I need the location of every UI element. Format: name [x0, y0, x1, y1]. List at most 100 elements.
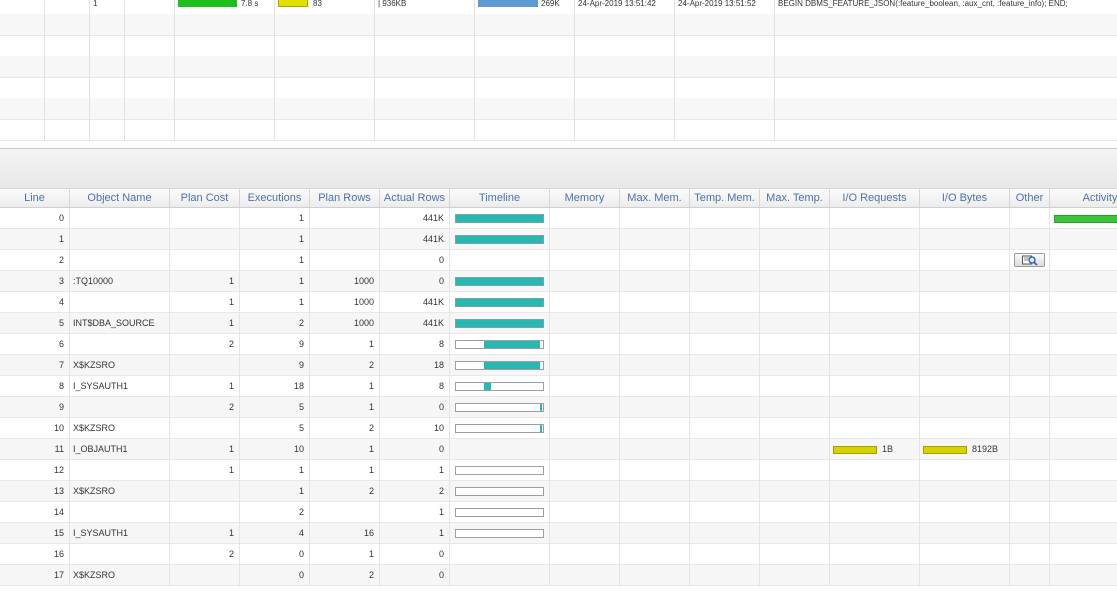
timeline-fill [540, 404, 543, 411]
cell-temp-mem [690, 334, 760, 355]
cell-blank [175, 35, 275, 56]
timeline-fill [540, 425, 543, 432]
cell-memory [550, 271, 620, 292]
column-header-actual-rows[interactable]: Actual Rows [380, 189, 450, 207]
column-header-temp-mem[interactable]: Temp. Mem. [690, 189, 760, 207]
cell-other [1010, 250, 1050, 271]
cell-actual-rows: 0 [380, 565, 450, 586]
sql-list-empty-row [0, 35, 1117, 57]
plan-row[interactable]: 15 I_SYSAUTH1 1 4 16 1 [0, 523, 1117, 544]
column-header-object-name[interactable]: Object Name [70, 189, 170, 207]
cell-io-bytes [920, 460, 1010, 481]
cell-io-bytes [920, 355, 1010, 376]
cell-memory [550, 313, 620, 334]
plan-row[interactable]: 10 X$KZSRO 5 2 10 [0, 418, 1117, 439]
column-header-plan-cost[interactable]: Plan Cost [170, 189, 240, 207]
cell-line: 7 [0, 355, 70, 376]
cell-timeline [450, 334, 550, 355]
plan-row[interactable]: 8 I_SYSAUTH1 1 18 1 8 [0, 376, 1117, 397]
cell-duration: 7.8 s [175, 0, 275, 14]
plan-row[interactable]: 5 INT$DBA_SOURCE 1 2 1000 441K [0, 313, 1117, 334]
plan-row[interactable]: 2 1 0 [0, 250, 1117, 271]
column-header-activity[interactable]: Activity [1050, 189, 1117, 207]
cell-io-bytes [920, 271, 1010, 292]
sql-list-empty-row [0, 56, 1117, 78]
cell-executions: 1 [240, 229, 310, 250]
column-header-other[interactable]: Other [1010, 189, 1050, 207]
other-details-button[interactable] [1014, 253, 1045, 267]
plan-row[interactable]: 4 1 1 1000 441K [0, 292, 1117, 313]
cell-memory [550, 481, 620, 502]
cell-max-temp [760, 502, 830, 523]
cell-blank [175, 98, 275, 119]
sql-list-empty-row [0, 119, 1117, 141]
plan-row[interactable]: 12 1 1 1 1 [0, 460, 1117, 481]
cell-blank [675, 56, 775, 77]
cell-start: 24-Apr-2019 13:51:42 [575, 0, 675, 14]
cell-line: 16 [0, 544, 70, 565]
cell-other [1010, 313, 1050, 334]
cell-activity [1050, 313, 1117, 334]
cell-line: 12 [0, 460, 70, 481]
timeline-bar [455, 508, 544, 517]
cell-max-temp [760, 460, 830, 481]
plan-row[interactable]: 9 2510 [0, 397, 1117, 418]
plan-row[interactable]: 0 1 441K [0, 208, 1117, 229]
sql-list-row[interactable]: 1 7.8 s 83 | 936KB 269K 24-Apr-2019 13:5… [0, 0, 1117, 15]
cell-io-bytes [920, 544, 1010, 565]
cell-executions: 2 [240, 313, 310, 334]
cell-plan-cost: 1 [170, 460, 240, 481]
cell-executions: 18 [240, 376, 310, 397]
plan-row[interactable]: 14 2 1 [0, 502, 1117, 523]
cell-timeline [450, 502, 550, 523]
cell-blank [175, 14, 275, 35]
cell-plan-rows: 1000 [310, 313, 380, 334]
column-header-io-requests[interactable]: I/O Requests [830, 189, 920, 207]
plan-row[interactable]: 3:TQ10000 1 1 1000 0 [0, 271, 1117, 292]
cell-executions: 2 [240, 502, 310, 523]
column-header-max-temp[interactable]: Max. Temp. [760, 189, 830, 207]
column-header-timeline[interactable]: Timeline [450, 189, 550, 207]
cell-blank [45, 14, 90, 35]
column-header-plan-rows[interactable]: Plan Rows [310, 189, 380, 207]
cell-max-temp [760, 523, 830, 544]
plan-row[interactable]: 11 I_OBJAUTH1 1 10 1 0 1B 8192B [0, 439, 1117, 460]
cell-io-bytes [920, 397, 1010, 418]
cell-actual-rows: 2 [380, 481, 450, 502]
plan-row[interactable]: 6 2918 [0, 334, 1117, 355]
plan-row[interactable]: 16 2 0 1 0 [0, 544, 1117, 565]
cell-io-requests [830, 334, 920, 355]
plan-row[interactable]: 13 X$KZSRO 1 2 2 [0, 481, 1117, 502]
cell-plan-rows: 1000 [310, 292, 380, 313]
cell-blank [575, 77, 675, 98]
cell-plan-rows: 1 [310, 334, 380, 355]
cell-timeline [450, 481, 550, 502]
cell-max-temp [760, 334, 830, 355]
column-header-max-mem[interactable]: Max. Mem. [620, 189, 690, 207]
column-header-executions[interactable]: Executions [240, 189, 310, 207]
cell-memory [550, 460, 620, 481]
timeline-fill [483, 341, 541, 348]
cell-plan-cost [170, 229, 240, 250]
magnifier-icon [1022, 255, 1038, 266]
column-header-io-bytes[interactable]: I/O Bytes [920, 189, 1010, 207]
cell-line: 2 [0, 250, 70, 271]
cell-timeline [450, 229, 550, 250]
cell-memory [550, 418, 620, 439]
cell-blank [175, 119, 275, 140]
cell-io-requests [830, 544, 920, 565]
plan-row[interactable]: 7 X$KZSRO 9 2 18 [0, 355, 1117, 376]
io-bytes-bar [923, 446, 967, 454]
cell-plan-rows: 1 [310, 544, 380, 565]
column-header-line[interactable]: Line [0, 189, 70, 207]
cell-plan-cost [170, 565, 240, 586]
cell-line: 3 [0, 271, 70, 292]
cell-io-requests [830, 229, 920, 250]
cell-blank [175, 77, 275, 98]
plan-row[interactable]: 1 1 441K [0, 229, 1117, 250]
cell-object-name: I_SYSAUTH1 [70, 523, 170, 544]
panel-divider[interactable] [0, 148, 1117, 189]
plan-row[interactable]: 17 X$KZSRO 0 2 0 [0, 565, 1117, 586]
column-header-memory[interactable]: Memory [550, 189, 620, 207]
cell-other [1010, 397, 1050, 418]
